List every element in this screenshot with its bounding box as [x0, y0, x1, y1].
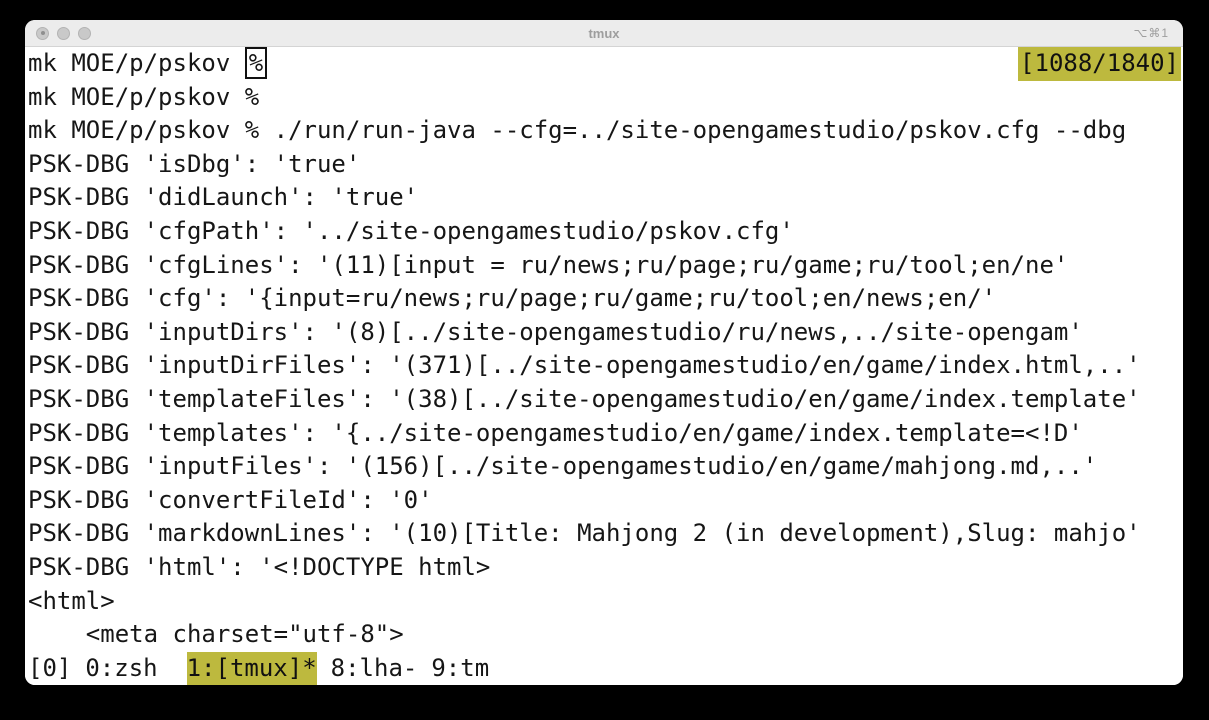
maximize-button[interactable] [78, 27, 91, 40]
shell-prompt: mk MOE/p/pskov % [28, 47, 267, 81]
tmux-window-item[interactable]: 8:lha- [331, 652, 418, 685]
terminal-line: PSK-DBG 'didLaunch': 'true' [28, 181, 1183, 215]
terminal-cursor: % [245, 47, 267, 79]
terminal-line: mk MOE/p/pskov % [1088/1840] [28, 47, 1183, 81]
window-shortcut-hint: ⌥⌘1 [1133, 20, 1169, 46]
terminal-screen[interactable]: mk MOE/p/pskov % [1088/1840] mk MOE/p/ps… [25, 47, 1183, 685]
terminal-line: mk MOE/p/pskov % ./run/run-java --cfg=..… [28, 114, 1183, 148]
terminal-line: PSK-DBG 'inputDirs': '(8)[../site-openga… [28, 316, 1183, 350]
tmux-window-item[interactable]: 9:tm [431, 652, 489, 685]
terminal-line: PSK-DBG 'markdownLines': '(10)[Title: Ma… [28, 517, 1183, 551]
terminal-line: PSK-DBG 'convertFileId': '0' [28, 484, 1183, 518]
terminal-window: tmux ⌥⌘1 mk MOE/p/pskov % [1088/1840] mk… [25, 20, 1183, 685]
terminal-line: PSK-DBG 'templateFiles': '(38)[../site-o… [28, 383, 1183, 417]
terminal-line: PSK-DBG 'templates': '{../site-opengames… [28, 417, 1183, 451]
tmux-window-item[interactable]: 0:zsh [85, 652, 157, 685]
copy-mode-position-indicator: [1088/1840] [1018, 47, 1181, 81]
traffic-lights [36, 20, 91, 46]
window-title: tmux [588, 26, 619, 41]
terminal-line: PSK-DBG 'cfgLines': '(11)[input = ru/new… [28, 249, 1183, 283]
tmux-status-bar: [0] 0:zsh 1:[tmux]* 8:lha- 9:tm [28, 652, 1183, 685]
terminal-line: <html> [28, 585, 1183, 619]
terminal-line: PSK-DBG 'inputFiles': '(156)[../site-ope… [28, 450, 1183, 484]
terminal-line: PSK-DBG 'isDbg': 'true' [28, 148, 1183, 182]
close-button[interactable] [36, 27, 49, 40]
terminal-line: mk MOE/p/pskov % [28, 81, 1183, 115]
titlebar[interactable]: tmux ⌥⌘1 [25, 20, 1183, 47]
terminal-line: <meta charset="utf-8"> [28, 618, 1183, 652]
tmux-session-name: [0] [28, 652, 71, 685]
minimize-button[interactable] [57, 27, 70, 40]
terminal-line: PSK-DBG 'cfg': '{input=ru/news;ru/page;r… [28, 282, 1183, 316]
tmux-window-item-active[interactable]: 1:[tmux]* [187, 652, 317, 685]
terminal-line: PSK-DBG 'inputDirFiles': '(371)[../site-… [28, 349, 1183, 383]
terminal-line: PSK-DBG 'cfgPath': '../site-opengamestud… [28, 215, 1183, 249]
terminal-line: PSK-DBG 'html': '<!DOCTYPE html> [28, 551, 1183, 585]
